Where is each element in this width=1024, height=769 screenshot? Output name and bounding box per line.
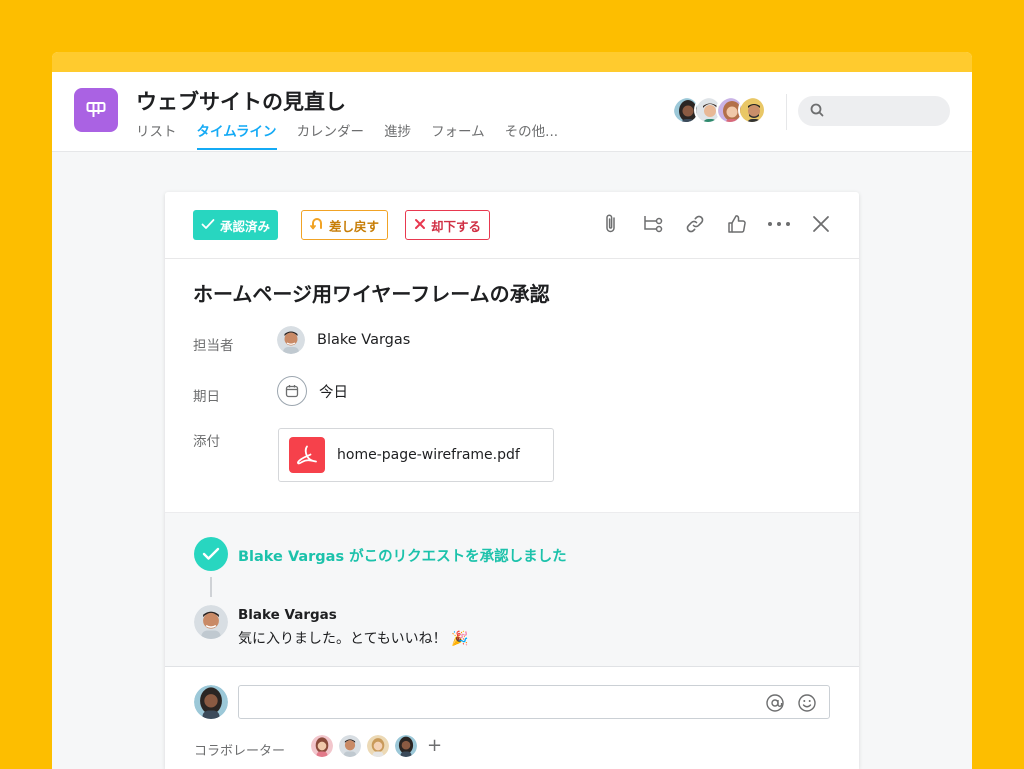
tab-progress[interactable]: 進捗 (384, 120, 411, 150)
calendar-icon (277, 376, 307, 406)
link-icon[interactable] (683, 212, 707, 236)
comment-text: 気に入りました。とてもいいね！ 🎉 (238, 631, 469, 647)
subtask-icon[interactable] (641, 212, 665, 236)
approved-check-icon (194, 537, 228, 571)
task-title[interactable]: ホームページ用ワイヤーフレームの承認 (193, 278, 550, 307)
comment-composer: コラボレーター + (165, 666, 859, 769)
collaborators-label: コラボレーター (194, 744, 286, 759)
timeline-connector (210, 577, 212, 597)
reject-button[interactable]: 却下する (405, 210, 491, 240)
search-box[interactable] (798, 96, 950, 126)
attachment-name: home-page-wireframe.pdf (337, 447, 520, 463)
more-options-icon[interactable] (767, 212, 791, 236)
assignee-name: Blake Vargas (317, 332, 411, 348)
approved-button-label: 承認済み (220, 218, 271, 234)
collaborator-avatar[interactable] (367, 735, 389, 757)
thumbs-up-icon[interactable] (725, 212, 749, 236)
x-icon (414, 218, 426, 233)
project-tabs: リスト タイムライン カレンダー 進捗 フォーム その他... (136, 120, 558, 150)
add-collaborator-button[interactable]: + (427, 737, 442, 755)
check-icon (201, 218, 215, 233)
search-icon (810, 102, 824, 121)
close-icon[interactable] (809, 212, 833, 236)
due-date-field[interactable]: 今日 (277, 376, 348, 406)
attachment-file[interactable]: home-page-wireframe.pdf (278, 428, 554, 482)
app-window: ウェブサイトの見直し リスト タイムライン カレンダー 進捗 フォーム その他.… (52, 52, 972, 769)
assignee-field[interactable]: Blake Vargas (277, 326, 410, 354)
tab-forms[interactable]: フォーム (431, 120, 485, 150)
collaborator-avatar[interactable] (311, 735, 333, 757)
project-header: ウェブサイトの見直し リスト タイムライン カレンダー 進捗 フォーム その他.… (52, 72, 972, 152)
task-actions (599, 212, 833, 236)
board-icon[interactable] (74, 88, 118, 132)
paperclip-icon[interactable] (599, 212, 623, 236)
comment-input[interactable] (247, 686, 757, 716)
attachments-label: 添付 (193, 434, 220, 450)
current-user-avatar (194, 685, 228, 719)
collaborator-avatar[interactable] (339, 735, 361, 757)
approval-story: Blake Vargas がこのリクエストを承認しました (238, 549, 567, 565)
project-title: ウェブサイトの見直し (136, 90, 346, 114)
member-avatar[interactable] (738, 96, 766, 124)
collaborator-avatar[interactable] (395, 735, 417, 757)
tab-more[interactable]: その他... (505, 120, 558, 150)
collaborators-list: + (311, 735, 442, 757)
reject-button-label: 却下する (431, 218, 482, 234)
due-date-label: 期日 (193, 389, 220, 405)
due-date-value: 今日 (319, 384, 348, 401)
emoji-icon[interactable] (797, 693, 817, 717)
request-changes-label: 差し戻す (329, 218, 380, 234)
pdf-icon (289, 437, 325, 473)
assignee-avatar (277, 326, 305, 354)
tab-calendar[interactable]: カレンダー (297, 120, 365, 150)
task-detail-card: 承認済み 差し戻す 却下する ホームページ用ワイヤーフレームの承認 担当者 Bl… (165, 192, 859, 769)
header-divider (786, 94, 787, 130)
comment-avatar[interactable] (194, 605, 228, 639)
mention-icon[interactable] (765, 693, 785, 717)
comment-author[interactable]: Blake Vargas (238, 607, 337, 623)
comment-input-box[interactable] (238, 685, 830, 719)
approved-button[interactable]: 承認済み (193, 210, 279, 240)
window-top-strip (52, 52, 972, 72)
search-input[interactable] (830, 104, 940, 118)
tab-timeline[interactable]: タイムライン (196, 120, 277, 150)
assignee-label: 担当者 (193, 338, 234, 354)
activity-feed: Blake Vargas がこのリクエストを承認しました Blake Varga… (165, 512, 859, 666)
undo-arrow-icon (310, 217, 324, 234)
task-toolbar: 承認済み 差し戻す 却下する (165, 192, 859, 259)
project-members[interactable] (672, 96, 766, 124)
request-changes-button[interactable]: 差し戻す (301, 210, 389, 240)
tab-list[interactable]: リスト (136, 120, 177, 150)
